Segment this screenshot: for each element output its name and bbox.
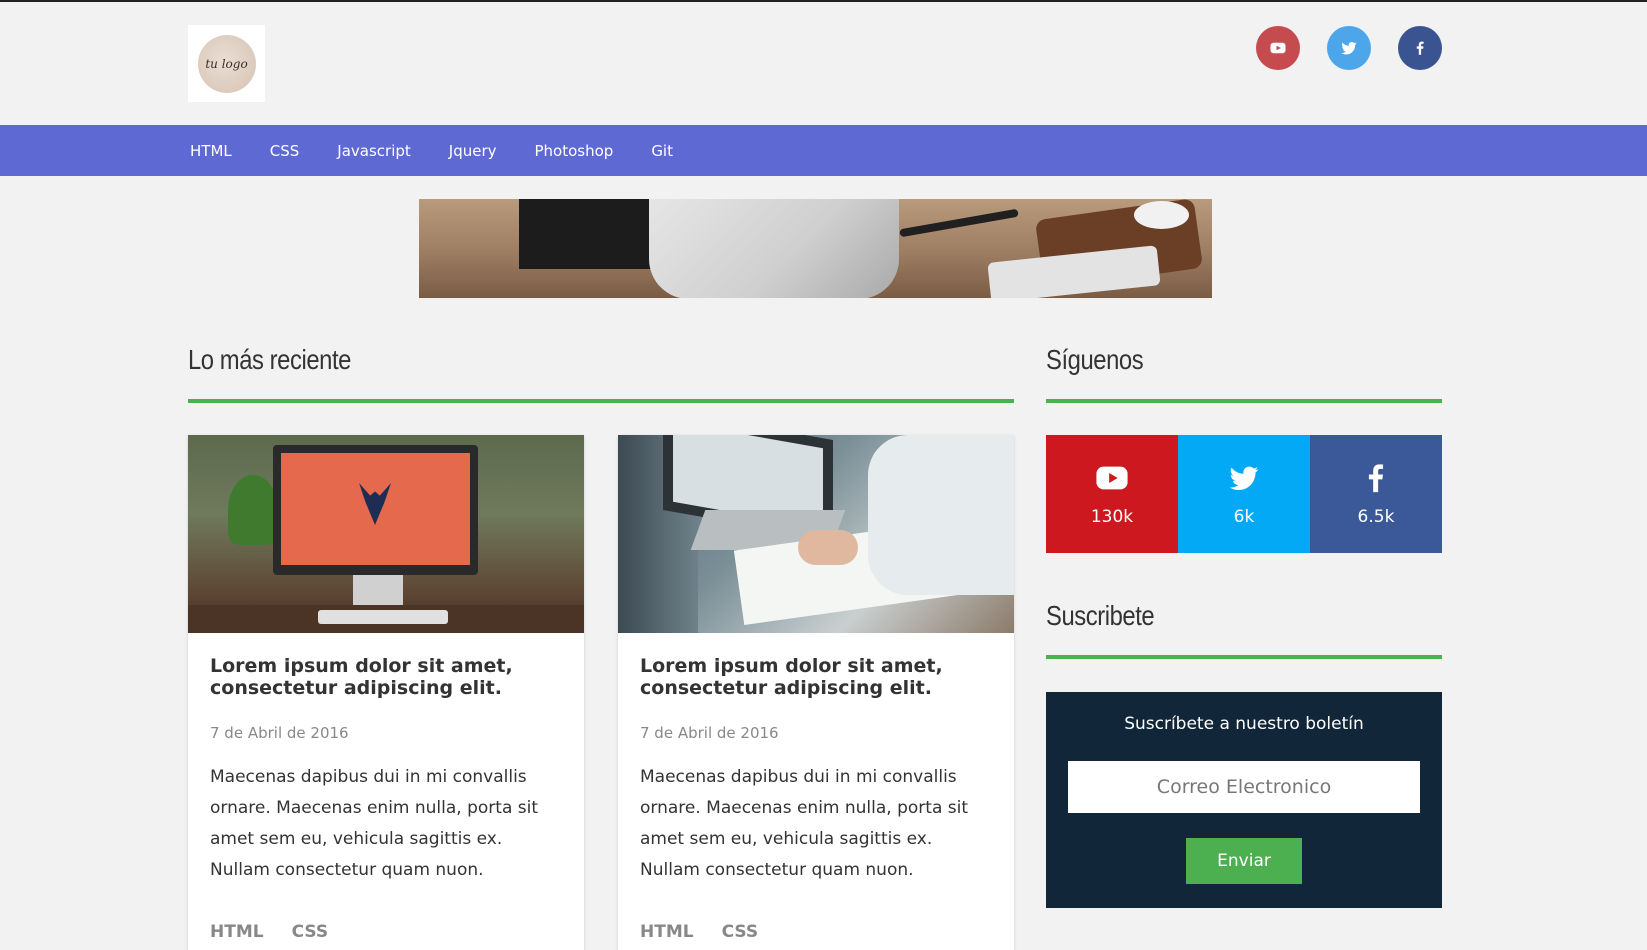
newsletter-box: Suscríbete a nuestro boletín Enviar: [1046, 692, 1442, 908]
subscribe-section-divider: [1046, 655, 1442, 659]
send-button[interactable]: Enviar: [1186, 838, 1302, 884]
latest-section-title: Lo más reciente: [188, 344, 351, 375]
article-card[interactable]: Lorem ipsum dolor sit amet, consectetur …: [618, 435, 1014, 950]
nav-item-javascript[interactable]: Javascript: [337, 142, 410, 160]
follow-facebook[interactable]: 6.5k: [1310, 435, 1442, 553]
facebook-link[interactable]: [1398, 26, 1442, 70]
facebook-icon: [1368, 464, 1384, 493]
nav-item-jquery[interactable]: Jquery: [449, 142, 497, 160]
article-excerpt: Maecenas dapibus dui in mi convallis orn…: [210, 767, 539, 880]
article-title[interactable]: Lorem ipsum dolor sit amet, consectetur …: [210, 655, 562, 699]
nav-item-html[interactable]: HTML: [190, 142, 232, 160]
article-title[interactable]: Lorem ipsum dolor sit amet, consectetur …: [640, 655, 992, 699]
youtube-icon: [1270, 42, 1286, 54]
latest-section-divider: [188, 399, 1014, 403]
follow-twitter[interactable]: 6k: [1178, 435, 1310, 553]
tag-css[interactable]: CSS: [722, 922, 759, 942]
hero-banner-image: [419, 199, 1212, 298]
tag-css[interactable]: CSS: [292, 922, 329, 942]
tag-html[interactable]: HTML: [210, 922, 264, 942]
follow-youtube[interactable]: 130k: [1046, 435, 1178, 553]
facebook-icon: [1416, 41, 1424, 55]
logo-mark: tu logo: [197, 34, 256, 93]
article-image[interactable]: [188, 435, 584, 633]
nav-item-git[interactable]: Git: [651, 142, 673, 160]
article-date: 7 de Abril de 2016: [640, 724, 779, 742]
nav-item-photoshop[interactable]: Photoshop: [535, 142, 614, 160]
main-nav: HTML CSS Javascript Jquery Photoshop Git: [0, 125, 1647, 176]
nav-item-css[interactable]: CSS: [270, 142, 300, 160]
twitter-icon: [1341, 41, 1357, 55]
follow-section-title: Síguenos: [1046, 344, 1144, 375]
facebook-count: 6.5k: [1357, 507, 1395, 527]
email-field[interactable]: [1068, 761, 1420, 813]
follow-section-divider: [1046, 399, 1442, 403]
article-tags: HTML CSS: [640, 922, 992, 942]
subscribe-section-title: Suscribete: [1046, 600, 1155, 631]
article-excerpt: Maecenas dapibus dui in mi convallis orn…: [640, 767, 969, 880]
tag-html[interactable]: HTML: [640, 922, 694, 942]
twitter-count: 6k: [1233, 507, 1255, 527]
article-date: 7 de Abril de 2016: [210, 724, 349, 742]
article-card[interactable]: Lorem ipsum dolor sit amet, consectetur …: [188, 435, 584, 950]
article-image[interactable]: [618, 435, 1014, 633]
newsletter-heading: Suscríbete a nuestro boletín: [1124, 714, 1364, 734]
twitter-link[interactable]: [1327, 26, 1371, 70]
youtube-count: 130k: [1090, 507, 1134, 527]
twitter-icon: [1229, 466, 1259, 491]
youtube-icon: [1096, 466, 1128, 490]
site-logo[interactable]: tu logo: [188, 25, 265, 102]
article-tags: HTML CSS: [210, 922, 562, 942]
youtube-link[interactable]: [1256, 26, 1300, 70]
